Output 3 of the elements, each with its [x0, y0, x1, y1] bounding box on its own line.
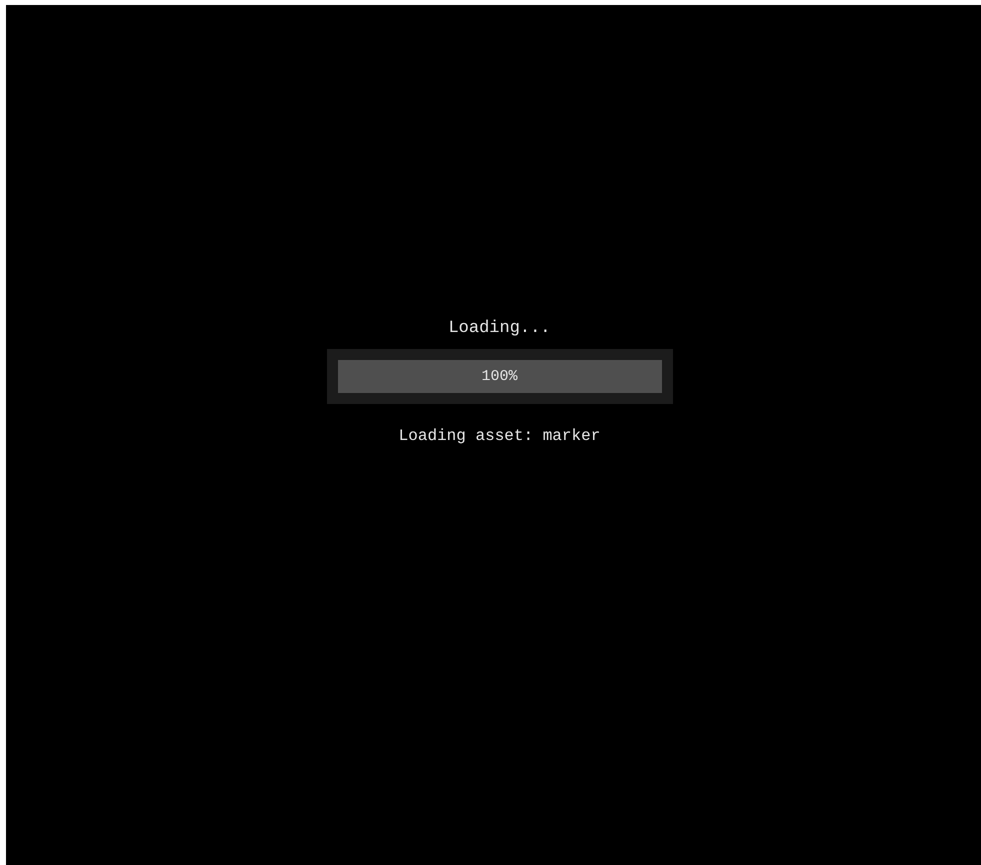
loading-title: Loading...: [448, 318, 551, 340]
loading-status: Loading asset: marker: [398, 426, 600, 446]
progress-reading: 100%: [481, 368, 518, 386]
